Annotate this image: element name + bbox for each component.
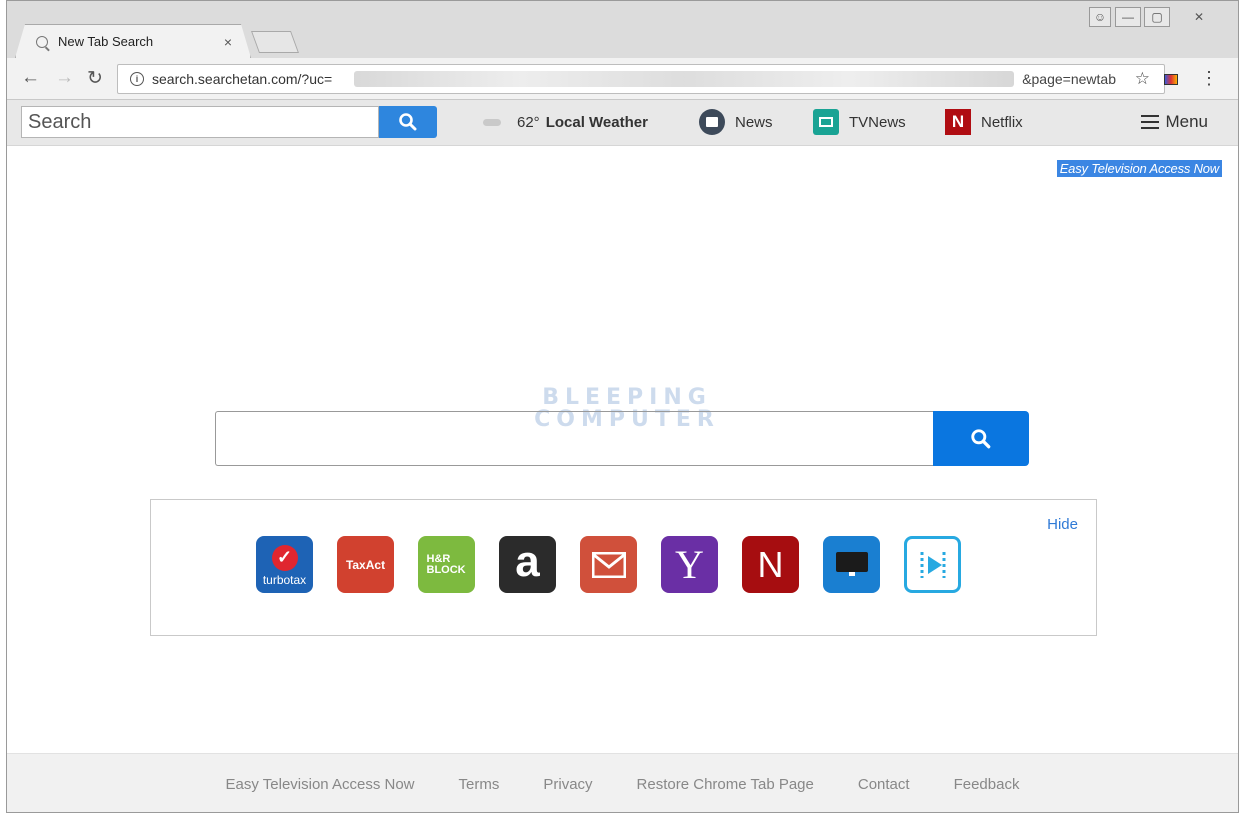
footer-link-feedback[interactable]: Feedback — [954, 776, 1020, 793]
watermark-line: BLEEPING — [542, 385, 712, 410]
cloud-icon — [483, 118, 501, 126]
weather-widget[interactable]: 62° Local Weather — [483, 108, 648, 136]
back-arrow-icon[interactable]: ← — [21, 67, 40, 89]
new-tab-button[interactable] — [250, 31, 300, 53]
tv-app-icon[interactable] — [823, 536, 880, 593]
taxact-icon[interactable]: TaxAct — [337, 536, 394, 593]
footer-link-terms[interactable]: Terms — [459, 776, 500, 793]
ext-item-news[interactable]: News — [699, 108, 773, 136]
forward-arrow-icon[interactable]: → — [55, 67, 74, 89]
monitor-icon — [835, 551, 868, 576]
ext-item-netflix[interactable]: N Netflix — [945, 108, 1023, 136]
bookmark-star-icon[interactable]: ☆ — [1135, 69, 1150, 89]
minimize-button[interactable]: — — [1115, 7, 1141, 27]
footer-link-easy-tv[interactable]: Easy Television Access Now — [226, 776, 415, 793]
tv-icon — [813, 109, 839, 135]
url-tail: &page=newtab — [1022, 71, 1116, 87]
ext-item-label: TVNews — [849, 113, 906, 131]
play-icon — [920, 551, 945, 578]
browser-toolbar: ← → ↻ i search.searchetan.com/?uc= &page… — [7, 58, 1238, 100]
ext-item-tvnews[interactable]: TVNews — [813, 108, 906, 136]
video-app-icon[interactable] — [904, 536, 961, 593]
info-icon[interactable]: i — [130, 72, 144, 86]
url-text: search.searchetan.com/?uc= — [152, 71, 333, 87]
footer: Easy Television Access Now Terms Privacy… — [7, 753, 1238, 812]
search-icon — [36, 35, 48, 48]
tab-title: New Tab Search — [58, 34, 154, 49]
extension-bar: Search 62° Local Weather News TVNews N N… — [7, 100, 1238, 146]
profile-icon[interactable]: ☺ — [1089, 7, 1111, 27]
menu-label: Menu — [1165, 112, 1208, 131]
hamburger-icon — [1141, 115, 1160, 129]
hrblock-icon[interactable]: H&R BLOCK — [418, 536, 475, 593]
tab-new-tab-search[interactable]: New Tab Search × — [15, 24, 251, 58]
reload-icon[interactable]: ↻ — [87, 67, 103, 90]
close-icon[interactable]: × — [224, 34, 232, 50]
news-icon — [699, 109, 725, 135]
hide-link[interactable]: Hide — [1047, 516, 1078, 533]
apps-panel: Hide ✓ turbotax TaxAct H&R BLOCK a Y N — [150, 499, 1097, 636]
promo-link[interactable]: Easy Television Access Now — [1056, 160, 1222, 177]
app-label: a — [515, 536, 540, 586]
kebab-menu-icon[interactable]: ⋮ — [1200, 68, 1218, 89]
search-icon — [399, 113, 417, 131]
app-label: turbotax — [262, 572, 307, 587]
browser-window: New Tab Search × ☺ — ▢ ✕ ← → ↻ i search.… — [6, 0, 1239, 813]
ext-item-label: Netflix — [981, 113, 1023, 131]
footer-link-contact[interactable]: Contact — [858, 776, 910, 793]
address-bar[interactable]: i search.searchetan.com/?uc= &page=newta… — [117, 64, 1165, 94]
menu-button[interactable]: Menu — [1141, 108, 1208, 136]
app-label: Y — [675, 542, 704, 587]
ext-search-input[interactable]: Search — [21, 106, 379, 138]
search-icon — [971, 428, 991, 448]
yahoo-icon[interactable]: Y — [661, 536, 718, 593]
weather-label: Local Weather — [545, 113, 648, 131]
gmail-icon[interactable] — [580, 536, 637, 593]
extension-icon[interactable] — [1164, 74, 1178, 85]
main-search-input[interactable] — [215, 411, 933, 466]
app-label: H&R BLOCK — [426, 552, 466, 576]
ext-item-label: News — [735, 113, 773, 131]
netflix-app-icon[interactable]: N — [742, 536, 799, 593]
netflix-icon: N — [945, 109, 971, 135]
envelope-icon — [591, 551, 626, 578]
close-window-button[interactable]: ✕ — [1179, 7, 1219, 27]
ext-search-button[interactable] — [379, 106, 437, 138]
weather-temp: 62° — [517, 113, 540, 131]
amazon-icon[interactable]: a — [499, 536, 556, 593]
app-label: N — [757, 543, 784, 585]
app-label: TaxAct — [345, 557, 386, 572]
footer-link-restore[interactable]: Restore Chrome Tab Page — [637, 776, 814, 793]
turbotax-icon[interactable]: ✓ turbotax — [256, 536, 313, 593]
footer-link-privacy[interactable]: Privacy — [543, 776, 592, 793]
maximize-button[interactable]: ▢ — [1144, 7, 1170, 27]
url-redacted — [354, 71, 1014, 87]
tab-strip: New Tab Search × ☺ — ▢ ✕ — [7, 1, 1238, 58]
main-search-button[interactable] — [933, 411, 1029, 466]
